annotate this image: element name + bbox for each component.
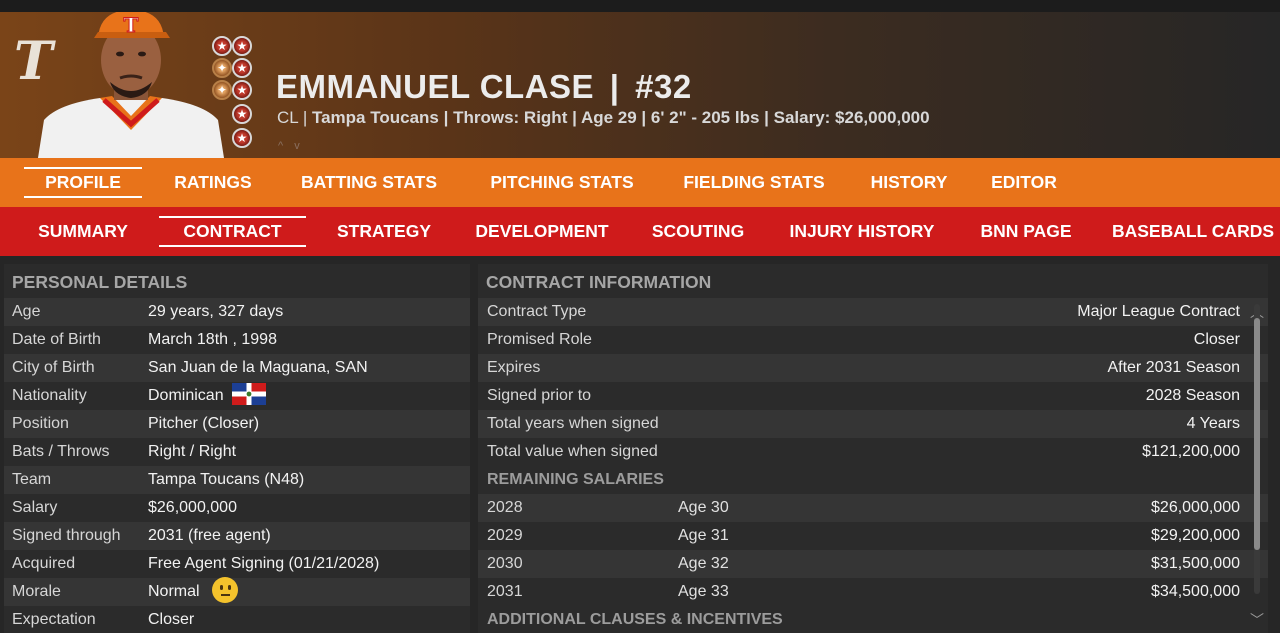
tab-batting-stats[interactable]: BATTING STATS (286, 158, 452, 207)
player-portrait: T (38, 12, 224, 158)
salary-row: 2030 Age 32 $31,500,000 (478, 550, 1268, 578)
detail-row: Position Pitcher (Closer) (4, 410, 470, 438)
scroll-down-icon[interactable]: ﹀ (1250, 610, 1264, 630)
additional-clauses-heading: ADDITIONAL CLAUSES & INCENTIVES (487, 611, 783, 628)
tab-ratings[interactable]: RATINGS (164, 158, 262, 207)
jersey-number: #32 (635, 68, 692, 105)
contract-row: Expires After 2031 Season (478, 354, 1268, 382)
team-link[interactable]: Tampa Toucans (N48) (148, 466, 304, 494)
contract-row: Signed prior to 2028 Season (487, 387, 1240, 404)
detail-row: Nationality Dominican (4, 382, 470, 410)
tab-bnn-page[interactable]: BNN PAGE (970, 207, 1082, 256)
tab-scouting[interactable]: SCOUTING (642, 207, 754, 256)
detail-row: Salary $26,000,000 (12, 499, 237, 516)
salary-row: 2031 Age 33 $34,500,000 (487, 583, 1240, 600)
scrollbar[interactable] (1254, 304, 1260, 594)
detail-row: City of Birth San Juan de la Maguana, SAN (4, 354, 470, 382)
tab-summary[interactable]: SUMMARY (24, 207, 142, 256)
star-medal-icon: ★ (232, 128, 252, 148)
personal-details-panel: PERSONAL DETAILS Age 29 years, 327 days D… (4, 264, 470, 633)
tab-development[interactable]: DEVELOPMENT (466, 207, 618, 256)
player-summary-line: CL | Tampa Toucans | Throws: Right | Age… (277, 108, 930, 127)
tab-fielding-stats[interactable]: FIELDING STATS (672, 158, 836, 207)
salary-row: 2028 Age 30 $26,000,000 (478, 494, 1268, 522)
contract-row: Contract Type Major League Contract (478, 298, 1268, 326)
star-medal-icon: ★ (212, 36, 232, 56)
detail-row: Date of Birth March 18th , 1998 (12, 331, 277, 348)
contract-row: Promised Role Closer (487, 331, 1240, 348)
cap-logo: T (124, 13, 139, 37)
scrollbar-thumb[interactable] (1254, 318, 1260, 550)
tab-pitching-stats[interactable]: PITCHING STATS (476, 158, 648, 207)
morale-smiley-icon (211, 576, 238, 603)
medal-scroll-arrows-icon[interactable]: ^ v (278, 140, 304, 152)
tab-editor[interactable]: EDITOR (982, 158, 1066, 207)
tab-strategy[interactable]: STRATEGY (326, 207, 442, 256)
star-medal-icon: ★ (232, 58, 252, 78)
detail-row: Acquired Free Agent Signing (01/21/2028) (12, 555, 380, 572)
star-medal-icon: ★ (232, 80, 252, 100)
top-bar (0, 0, 1280, 12)
main-tab-bar: PROFILE RATINGS BATTING STATS PITCHING S… (0, 158, 1280, 207)
sub-tab-bar: SUMMARY CONTRACT STRATEGY DEVELOPMENT SC… (0, 207, 1280, 256)
star-medal-icon: ★ (232, 104, 252, 124)
detail-row: Age 29 years, 327 days (4, 298, 470, 326)
contract-row: Total years when signed 4 Years (478, 410, 1268, 438)
bronze-medal-icon: ✦ (212, 58, 232, 78)
achievement-medals: ★ ★ ✦ ★ ✦ ★ ★ ★ (210, 34, 256, 152)
section-title: PERSONAL DETAILS (12, 272, 188, 292)
tab-baseball-cards[interactable]: BASEBALL CARDS (1106, 207, 1280, 256)
tab-contract[interactable]: CONTRACT (159, 207, 306, 256)
detail-row: Team Tampa Toucans (N48) (4, 466, 470, 494)
bronze-medal-icon: ✦ (212, 80, 232, 100)
remaining-salaries-heading: REMAINING SALARIES (487, 471, 664, 488)
tab-profile[interactable]: PROFILE (24, 158, 142, 207)
detail-row: Bats / Throws Right / Right (12, 443, 237, 460)
detail-row: Signed through 2031 (free agent) (4, 522, 470, 550)
contract-row: Total value when signed $121,200,000 (487, 443, 1240, 460)
detail-row: Expectation Closer (12, 611, 195, 628)
tab-injury-history[interactable]: INJURY HISTORY (778, 207, 946, 256)
star-medal-icon: ★ (232, 36, 252, 56)
tab-history[interactable]: HISTORY (860, 158, 958, 207)
player-header: T T ★ ★ ✦ ★ ✦ ★ ★ ★ ^ v EMMANUEL CLASE |… (0, 12, 1280, 158)
player-name: EMMANUEL CLASE | #32 (276, 68, 692, 105)
contract-information-panel: CONTRACT INFORMATION Contract Type Major … (478, 264, 1268, 633)
section-title: CONTRACT INFORMATION (486, 272, 712, 292)
salary-row: 2029 Age 31 $29,200,000 (487, 527, 1240, 544)
dominican-flag-icon (231, 382, 266, 405)
detail-row: Morale Normal (4, 576, 470, 606)
